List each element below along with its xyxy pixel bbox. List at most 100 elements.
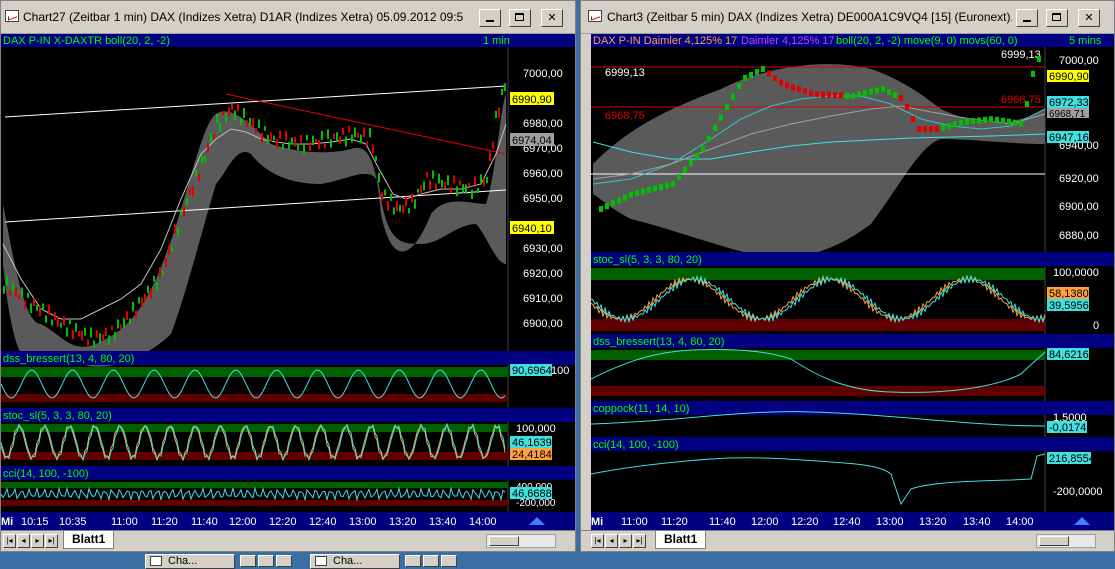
price-label: 6980,00 [523,118,563,130]
chart-app-icon [315,556,327,566]
right-chart-window: Chart3 (Zeitbar 5 min) DAX (Indizes Xetr… [580,0,1115,552]
coppock-badge: -0,0174 [1049,422,1086,434]
time-label: 12:00 [751,516,779,528]
horizontal-scrollbar[interactable] [486,534,556,548]
panel-label-coppock: coppock(11, 14, 10) [593,403,689,415]
time-label: 12:40 [309,516,337,528]
scrollbar-thumb[interactable] [1039,536,1069,546]
time-label: 12:20 [791,516,819,528]
time-label: 11:00 [111,516,138,528]
minimize-button[interactable] [1016,9,1038,27]
chart-app-icon [5,10,19,22]
time-label: Mi [591,516,603,528]
price-label: 7000,00 [1059,55,1099,67]
time-label: 12:40 [833,516,861,528]
price-label: 6900,00 [1059,201,1099,213]
price-badge-upper: 6990,90 [512,94,552,106]
dss-axis: 100 [551,365,569,377]
time-label: 11:40 [191,516,218,528]
stoc-badge-slow: 24,4184 [512,449,552,461]
time-label: 11:20 [151,516,178,528]
price-badge-lower: 6940,10 [512,223,552,235]
left-bollinger-band [3,94,506,367]
price-label: 7000,00 [523,68,563,80]
time-label: 12:00 [229,516,257,528]
time-label: 13:00 [349,516,377,528]
close-button[interactable]: ✕ [1078,9,1100,27]
last-sheet-button[interactable]: ▸| [633,534,646,548]
price-badge: 6968,71 [1049,109,1086,120]
price-badge-mid: 6974,04 [512,135,552,147]
taskbar-close-button[interactable] [441,555,457,567]
stoc-badge-fast: 46,1639 [512,437,552,449]
price-label: 6960,00 [523,168,563,180]
price-badge: 6972,33 [1049,97,1089,109]
left-titlebar[interactable]: Chart27 (Zeitbar 1 min) DAX (Indizes Xet… [1,1,575,34]
price-line-label: 6968,75 [1001,94,1041,106]
taskbar-max-button[interactable] [423,555,439,567]
taskbar-close-button[interactable] [276,555,292,567]
horizontal-scrollbar[interactable] [1036,534,1096,548]
chart-app-icon [588,10,602,22]
taskbar: Cha... Cha... [0,552,1115,569]
last-sheet-button[interactable]: ▸| [45,534,58,548]
maximize-button[interactable] [509,9,531,27]
time-label: 10:15 [21,516,49,528]
price-badge: 6947,16 [1049,132,1089,144]
close-button[interactable]: ✕ [541,9,563,27]
taskbar-restore-button[interactable] [240,555,256,567]
right-titlebar[interactable]: Chart3 (Zeitbar 5 min) DAX (Indizes Xetr… [581,1,1114,34]
prev-sheet-button[interactable]: ◂ [17,534,30,548]
price-line-label: 6999,13 [605,67,645,79]
taskbar-item-label: Cha... [168,555,198,567]
minimize-button[interactable] [479,9,501,27]
left-timeframe-label: 1 min [483,35,510,47]
time-label: 13:20 [389,516,417,528]
left-chart-area[interactable]: DAX P-IN X-DAXTR boll(20, 2, -2) 1 min 7… [1,34,575,531]
time-label: 13:40 [963,516,991,528]
right-window-title: Chart3 (Zeitbar 5 min) DAX (Indizes Xetr… [607,10,1012,24]
scrollbar-thumb[interactable] [489,536,519,546]
cci-badge: 216,8554 [1049,453,1095,465]
price-label: 6920,00 [523,268,563,280]
right-timeframe-label: 5 mins [1069,35,1102,47]
left-upper-trendline [4,85,507,118]
right-sheet-bar: |◂ ◂ ▸ ▸| Blatt1 [581,530,1114,551]
time-label: Mi [1,516,13,528]
first-sheet-button[interactable]: |◂ [591,534,604,548]
panel-label-dss: dss_bressert(13, 4, 80, 20) [3,353,134,365]
panel-label-cci: cci(14, 100, -100) [593,439,679,451]
taskbar-item-chart[interactable]: Cha... [310,554,400,569]
price-label: 6920,00 [1059,173,1099,185]
right-chart-area[interactable]: DAX P-IN Daimler 4,125% 17 Daimler 4,125… [591,34,1114,531]
time-label: 13:00 [876,516,904,528]
stoc-line-fast [591,274,1046,324]
taskbar-item-chart[interactable]: Cha... [145,554,235,569]
time-label: 11:00 [621,516,648,528]
left-sheet-bar: |◂ ◂ ▸ ▸| Blatt1 [1,530,575,551]
panel-label-stoc: stoc_sl(5, 3, 3, 80, 20) [3,410,112,422]
stoc-axis-top: 100,0000 [1053,267,1099,279]
right-header-indicators: boll(20, 2, -2) move(9, 0) movs(60, 0) [836,35,1018,47]
next-sheet-button[interactable]: ▸ [619,534,632,548]
first-sheet-button[interactable]: |◂ [3,534,16,548]
next-sheet-button[interactable]: ▸ [31,534,44,548]
prev-sheet-button[interactable]: ◂ [605,534,618,548]
stoc-badge-slow: 58,1380 [1049,288,1089,300]
panel-label-dss: dss_bressert(13, 4, 80, 20) [593,336,724,348]
price-label: 6950,00 [523,193,563,205]
cci-axis: -200,0000 [1053,486,1103,498]
time-label: 13:40 [429,516,457,528]
taskbar-max-button[interactable] [258,555,274,567]
sheet-tab-blatt1[interactable]: Blatt1 [655,531,707,549]
sheet-tab-blatt1[interactable]: Blatt1 [63,531,115,549]
right-header-label: DAX P-IN Daimler 4,125% 17 [593,35,737,47]
panel-label-cci: cci(14, 100, -100) [3,468,89,480]
stoc-axis: 100,000 [516,423,556,435]
taskbar-restore-button[interactable] [405,555,421,567]
time-label: 13:20 [919,516,947,528]
time-label: 14:00 [469,516,497,528]
price-label: 6930,00 [523,243,563,255]
maximize-button[interactable] [1046,9,1068,27]
price-label: 6910,00 [523,293,563,305]
